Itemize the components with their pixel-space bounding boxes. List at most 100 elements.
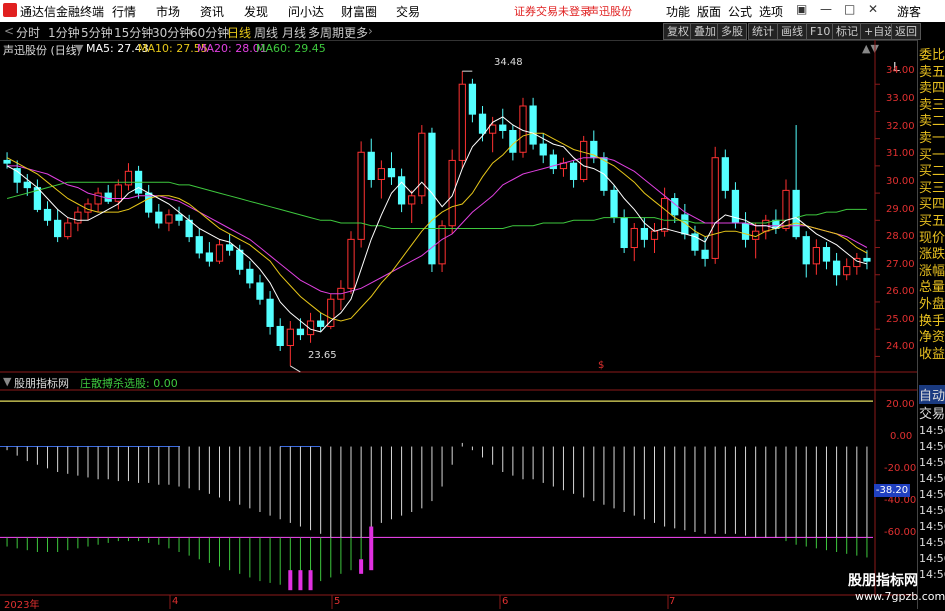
candle-body — [165, 214, 173, 224]
candle-body — [428, 132, 436, 265]
price-tick: 26.00 — [886, 286, 915, 297]
candle-body — [54, 219, 62, 238]
candle-body — [822, 247, 831, 262]
candle-body — [175, 214, 183, 221]
trade-time: 14:56 — [919, 552, 945, 565]
indicator-magenta-bar — [288, 570, 293, 591]
candle-body — [489, 124, 497, 134]
candle-body — [246, 268, 254, 284]
candle-body — [509, 129, 517, 153]
date-label: 7 — [669, 596, 676, 607]
candle-body — [671, 198, 679, 216]
candle-body — [458, 83, 466, 161]
indicator-magenta-bar — [369, 526, 374, 571]
trade-time: 14:56 — [919, 536, 945, 549]
price-chart[interactable] — [0, 0, 945, 609]
candle-body — [185, 219, 193, 238]
candle-body — [367, 151, 375, 180]
candle-body — [408, 195, 416, 205]
indicator-magenta-bar — [298, 570, 303, 591]
candle-body — [863, 257, 871, 262]
candle-body — [74, 211, 82, 224]
candle-body — [347, 238, 355, 289]
candle-body — [478, 113, 487, 134]
date-label: 5 — [334, 596, 341, 607]
candle-body — [782, 189, 790, 229]
low-price-annotation: 23.65 — [308, 350, 337, 361]
candle-body — [660, 198, 669, 232]
candle-body — [418, 132, 426, 197]
candle-body — [276, 325, 284, 347]
candle-body — [327, 298, 335, 327]
candle-body — [195, 236, 203, 254]
trade-time: 14:56 — [919, 488, 945, 501]
trade-time: 14:56 — [919, 472, 945, 485]
indicator-tick: 20.00 — [886, 399, 915, 410]
price-tick: 33.00 — [886, 93, 915, 104]
indicator-tick: -60.00 — [884, 527, 917, 538]
low-leader-line — [290, 365, 301, 373]
side-label: 收益 — [919, 346, 945, 362]
candle-body — [296, 328, 305, 336]
candle-body — [317, 320, 325, 327]
candle-body — [812, 247, 820, 265]
date-label: 4 — [172, 596, 179, 607]
price-tick: 28.00 — [886, 231, 915, 242]
trade-time: 14:56 — [919, 440, 945, 453]
candle-body — [397, 176, 406, 205]
candle-body — [266, 298, 274, 327]
candle-body — [650, 230, 659, 240]
indicator-tick: -20.00 — [884, 463, 917, 474]
candle-body — [225, 244, 234, 251]
indicator-magenta-bar — [359, 559, 364, 574]
candle-body — [286, 328, 294, 347]
candle-body — [569, 162, 578, 180]
candle-body — [43, 208, 52, 221]
candle-body — [499, 124, 507, 131]
price-tick: 25.00 — [886, 314, 915, 325]
candle-body — [741, 222, 750, 240]
price-tick: 30.00 — [886, 176, 915, 187]
candle-body — [377, 168, 385, 180]
trade-time: 14:56 — [919, 568, 945, 581]
candle-body — [387, 168, 396, 178]
candle-body — [610, 189, 618, 219]
candle-body — [104, 192, 112, 202]
candle-body — [357, 151, 365, 240]
candle-body — [448, 159, 456, 227]
ma5-line — [6, 116, 868, 333]
date-label: 6 — [502, 596, 509, 607]
indicator-current-value: -38.20 — [874, 484, 910, 497]
price-tick: 34.00 — [886, 65, 915, 76]
indicator-tick: 0.00 — [890, 431, 913, 442]
candle-body — [256, 282, 264, 300]
price-tick: 29.00 — [886, 204, 915, 215]
high-price-annotation: 34.48 — [494, 57, 523, 68]
candle-body — [3, 159, 11, 164]
candle-body — [721, 157, 729, 191]
candle-body — [124, 170, 133, 186]
candle-body — [468, 83, 477, 115]
candle-body — [630, 227, 638, 249]
candle-body — [215, 244, 224, 262]
candle-body — [236, 249, 244, 270]
candle-body — [620, 217, 628, 249]
side-tab[interactable]: 自动 — [919, 385, 945, 404]
candle-body — [23, 181, 31, 189]
trade-time: 14:56 — [919, 520, 945, 533]
side-tab[interactable]: 交易 — [919, 403, 945, 422]
price-tick: 31.00 — [886, 148, 915, 159]
indicator-magenta-bar — [308, 570, 313, 591]
candle-body — [792, 189, 800, 238]
candle-body — [802, 236, 810, 265]
event-marker[interactable]: $ — [598, 360, 604, 371]
candle-body — [832, 260, 841, 276]
watermark-url: www.7gpzb.com — [855, 590, 945, 603]
price-tick: 24.00 — [886, 341, 915, 352]
price-tick: 32.00 — [886, 121, 915, 132]
price-tick: 27.00 — [886, 259, 915, 270]
candle-body — [580, 140, 588, 180]
candle-body — [438, 225, 446, 265]
candle-body — [640, 227, 649, 240]
candle-body — [711, 157, 719, 259]
